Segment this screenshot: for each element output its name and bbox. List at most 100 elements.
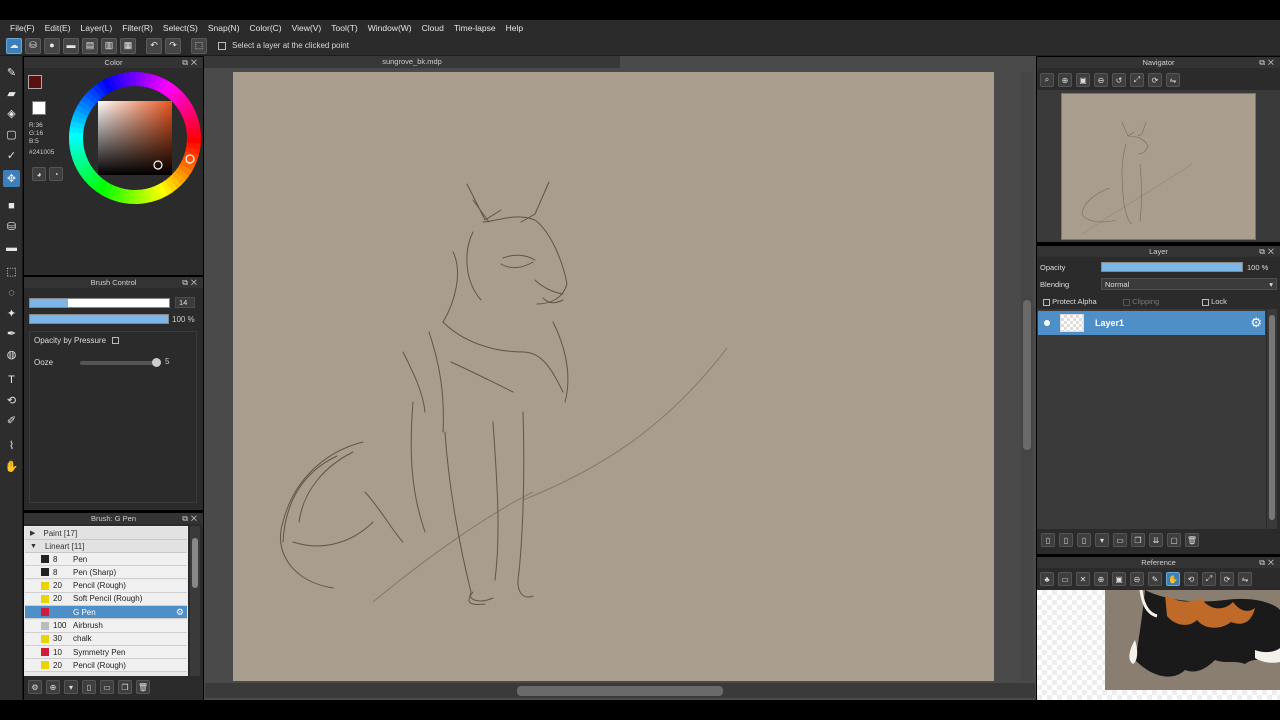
- select-eraser-icon[interactable]: ◍: [3, 346, 20, 363]
- brush-item[interactable]: 10 Symmetry Pen: [25, 646, 187, 660]
- menu-layer[interactable]: Layer(L): [76, 20, 118, 36]
- add-brush-icon[interactable]: ⊕: [46, 680, 60, 694]
- reference-expand-icon[interactable]: ⤢: [1202, 572, 1216, 586]
- navigator-preview[interactable]: [1061, 93, 1256, 240]
- reference-zoom-in-icon[interactable]: ⊕: [1094, 572, 1108, 586]
- brush-opacity-slider[interactable]: [29, 314, 169, 324]
- menu-cloud[interactable]: Cloud: [417, 20, 449, 36]
- select-tool-icon[interactable]: ⬚: [3, 263, 20, 280]
- layer-folder-icon[interactable]: ▭: [1113, 533, 1127, 547]
- menu-edit[interactable]: Edit(E): [40, 20, 76, 36]
- bucket-icon[interactable]: ⛁: [25, 37, 41, 54]
- close-reference-icon[interactable]: ✕: [1076, 572, 1090, 586]
- canvas-paper[interactable]: [233, 72, 994, 681]
- visibility-eye-icon[interactable]: [1044, 320, 1050, 326]
- menu-window[interactable]: Window(W): [363, 20, 417, 36]
- reference-view[interactable]: [1037, 589, 1280, 700]
- check-tool-icon[interactable]: ✓: [3, 147, 20, 164]
- reference-flip-icon[interactable]: ⇋: [1238, 572, 1252, 586]
- panel-controls-icon[interactable]: ⧉✕: [182, 57, 200, 68]
- rotate-reset-icon[interactable]: ⟳: [1148, 73, 1162, 87]
- canvas-tab[interactable]: sungrove_bk.mdp: [204, 56, 620, 68]
- reference-rotate-icon[interactable]: ⟲: [1184, 572, 1198, 586]
- brush-folder-icon[interactable]: ▭: [100, 680, 114, 694]
- brush-category-paint[interactable]: ▶ Paint [17]: [25, 527, 187, 540]
- move-tool-icon[interactable]: ✥: [3, 170, 20, 187]
- fill-rect-icon[interactable]: ■: [3, 197, 20, 214]
- blur-eraser-icon[interactable]: ◈: [3, 105, 20, 122]
- magic-wand-icon[interactable]: ✦: [3, 305, 20, 322]
- color-picker-icon[interactable]: ◔: [49, 167, 63, 181]
- reference-rotate-reset-icon[interactable]: ⟳: [1220, 572, 1234, 586]
- zoom-fit-icon[interactable]: ⌕: [1040, 73, 1054, 87]
- panel-controls-icon[interactable]: ⧉✕: [1259, 57, 1277, 68]
- menu-view[interactable]: View(V): [287, 20, 327, 36]
- palette-icon[interactable]: ◕: [32, 167, 46, 181]
- menu-timelapse[interactable]: Time-lapse: [449, 20, 501, 36]
- brush-item[interactable]: 100 Airbrush: [25, 619, 187, 633]
- rect-tool-icon[interactable]: ▢: [3, 126, 20, 143]
- hand-tool-icon[interactable]: ✋: [3, 458, 20, 475]
- zoom-actual-icon[interactable]: ▣: [1076, 73, 1090, 87]
- canvas-horizontal-scroll-thumb[interactable]: [517, 686, 723, 696]
- reference-fit-icon[interactable]: ▣: [1112, 572, 1126, 586]
- menu-help[interactable]: Help: [501, 20, 528, 36]
- operation-tool-icon[interactable]: ⟲: [3, 392, 20, 409]
- pages-icon[interactable]: ▥: [101, 37, 117, 54]
- brush-category-lineart[interactable]: ▼ Lineart [11]: [25, 540, 187, 553]
- undo-icon[interactable]: ↶: [146, 37, 162, 54]
- panel-controls-icon[interactable]: ⧉✕: [182, 277, 200, 288]
- menu-snap[interactable]: Snap(N): [203, 20, 245, 36]
- bucket-tool-icon[interactable]: ⛁: [3, 218, 20, 235]
- layer-row-layer1[interactable]: Layer1 ⚙: [1038, 311, 1265, 335]
- reference-tree-icon[interactable]: ♣: [1040, 572, 1054, 586]
- panel-controls-icon[interactable]: ⧉✕: [1259, 246, 1277, 257]
- gear-icon[interactable]: ⚙: [176, 607, 184, 618]
- duplicate-layer-icon[interactable]: ❐: [1131, 533, 1145, 547]
- speech-bubble-icon[interactable]: ●: [44, 37, 60, 54]
- text-tool-icon[interactable]: T: [3, 371, 20, 388]
- reference-zoom-out-icon[interactable]: ⊖: [1130, 572, 1144, 586]
- brush-item[interactable]: G Pen ⚙: [25, 606, 187, 620]
- new-layer-1bit-icon[interactable]: ▯: [1077, 533, 1091, 547]
- redo-icon[interactable]: ↷: [165, 37, 181, 54]
- layer-scrollbar[interactable]: [1267, 309, 1277, 529]
- cloud-icon[interactable]: ☁: [6, 37, 22, 54]
- new-layer-icon[interactable]: ▯: [1041, 533, 1055, 547]
- open-reference-icon[interactable]: ▭: [1058, 572, 1072, 586]
- primary-color-swatch[interactable]: [28, 75, 42, 89]
- protect-alpha-checkbox[interactable]: [1043, 298, 1050, 306]
- menu-file[interactable]: File(F): [5, 20, 40, 36]
- brush-settings-icon[interactable]: ⚙: [28, 680, 42, 694]
- brush-size-slider[interactable]: [29, 298, 170, 308]
- menu-tool[interactable]: Tool(T): [326, 20, 362, 36]
- rotate-left-icon[interactable]: ↺: [1112, 73, 1126, 87]
- panel-controls-icon[interactable]: ⧉✕: [1259, 557, 1277, 568]
- menu-color[interactable]: Color(C): [245, 20, 287, 36]
- merge-layer-icon[interactable]: ⇊: [1149, 533, 1163, 547]
- menu-select[interactable]: Select(S): [158, 20, 203, 36]
- panel-controls-icon[interactable]: ⧉✕: [182, 513, 200, 524]
- lasso-tool-icon[interactable]: ◌: [3, 284, 20, 301]
- clipping-checkbox[interactable]: [1123, 298, 1130, 306]
- layer-blending-select[interactable]: Normal ▾: [1101, 278, 1277, 290]
- delete-layer-icon[interactable]: 🗑: [1185, 533, 1199, 547]
- gradient-tool-icon[interactable]: ▬: [3, 239, 20, 256]
- brush-item[interactable]: 8 Pen: [25, 553, 187, 566]
- add-layer-menu-icon[interactable]: ▾: [1095, 533, 1109, 547]
- brush-item[interactable]: 20 Pencil (Rough): [25, 579, 187, 593]
- ooze-slider[interactable]: [80, 358, 161, 367]
- brush-list-scrollbar[interactable]: [190, 526, 200, 676]
- brush-delete-icon[interactable]: 🗑: [136, 680, 150, 694]
- brush-item[interactable]: 20 Pencil (Rough): [25, 659, 187, 673]
- add-brush-menu-icon[interactable]: ▾: [64, 680, 78, 694]
- layer-opacity-slider[interactable]: [1101, 262, 1243, 272]
- brush-item[interactable]: 30 chalk: [25, 632, 187, 646]
- eraser-tool-icon[interactable]: ▰: [3, 85, 20, 102]
- divide-tool-icon[interactable]: ✐: [3, 412, 20, 429]
- opacity-pressure-checkbox[interactable]: [112, 337, 120, 345]
- reference-pen-icon[interactable]: ✎: [1148, 572, 1162, 586]
- reference-hand-icon[interactable]: ✋: [1166, 572, 1180, 586]
- brush-tool-icon[interactable]: ✎: [3, 64, 20, 81]
- brush-size-value[interactable]: 14: [175, 297, 195, 308]
